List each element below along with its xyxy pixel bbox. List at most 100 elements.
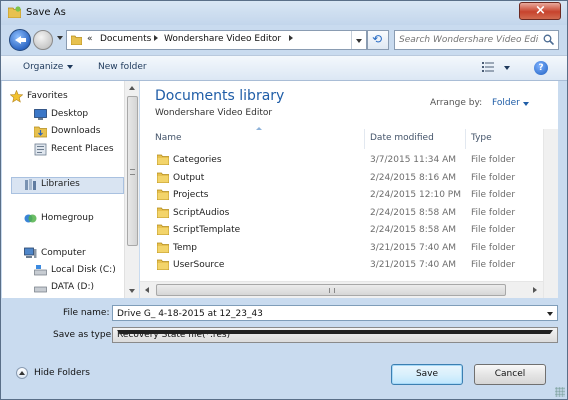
scrollbar-thumb[interactable] (127, 96, 138, 246)
scroll-down-arrow-icon[interactable] (125, 283, 139, 298)
column-header-name[interactable]: Name (155, 133, 182, 153)
address-dropdown-button[interactable] (351, 31, 366, 49)
breadcrumb-separator-icon[interactable] (289, 35, 293, 41)
file-row[interactable]: ScriptAudios 2/24/2015 8:58 AM File folder (140, 205, 543, 222)
save-as-dialog: Save As × « Documents Wondershare Video … (0, 0, 568, 400)
nav-item-label: Libraries (41, 179, 80, 189)
folder-icon (157, 189, 169, 200)
file-name: Temp (173, 242, 197, 253)
chevron-up-icon (16, 367, 28, 379)
chevron-down-icon (117, 330, 553, 334)
arrange-by-dropdown[interactable]: Folder (492, 98, 520, 108)
folder-icon (157, 224, 169, 235)
folder-icon (157, 154, 169, 165)
scrollbar-grip-icon (130, 169, 135, 175)
nav-item-label: Desktop (51, 109, 89, 119)
file-date-modified: 2/24/2015 8:16 AM (370, 172, 457, 183)
change-view-button[interactable] (482, 61, 512, 75)
folder-icon (8, 6, 21, 18)
file-date-modified: 3/7/2015 11:34 AM (370, 155, 457, 165)
chevron-down-icon[interactable] (547, 312, 553, 316)
forward-button[interactable] (33, 30, 53, 50)
file-type: File folder (471, 190, 516, 200)
file-type: File folder (471, 260, 516, 270)
nav-item-label: Downloads (51, 126, 101, 136)
file-list-horizontal-scrollbar[interactable] (140, 281, 543, 298)
drive-icon (34, 286, 47, 293)
search-box[interactable] (394, 30, 559, 50)
breadcrumb-wondershare[interactable]: Wondershare Video Editor (164, 34, 281, 44)
scrollbar-thumb[interactable] (156, 284, 506, 296)
breadcrumb-documents[interactable]: Documents (100, 34, 151, 44)
file-type: File folder (471, 242, 516, 253)
save-type-select[interactable]: Recovery State file(*.res) (112, 327, 558, 343)
back-button[interactable] (9, 29, 31, 51)
command-toolbar: Organize New folder ? (1, 55, 567, 81)
resize-grip-icon[interactable] (555, 387, 565, 397)
close-icon: × (535, 3, 546, 18)
scroll-up-arrow-icon[interactable] (125, 81, 139, 96)
organize-label: Organize (23, 62, 64, 72)
nav-item-label: Homegroup (41, 213, 94, 223)
nav-item-label: Local Disk (C:) (51, 265, 116, 275)
file-row[interactable]: ScriptTemplate 2/24/2015 8:58 AM File fold… (140, 222, 543, 239)
search-input[interactable] (399, 33, 539, 47)
arrange-by-label: Arrange by: (430, 98, 483, 108)
folder-icon (157, 259, 169, 270)
file-type: File folder (471, 207, 516, 218)
chevron-down-icon[interactable] (523, 102, 529, 106)
file-list-vertical-scrollbar[interactable] (543, 129, 558, 298)
title-bar[interactable]: Save As × (1, 1, 567, 25)
new-folder-button[interactable]: New folder (98, 62, 147, 72)
chevron-down-icon (67, 64, 74, 69)
library-title: Documents library (155, 88, 285, 104)
file-date-modified: 2/24/2015 8:58 AM (370, 225, 457, 235)
save-type-label: Save as type: (53, 330, 115, 340)
close-button[interactable]: × (519, 2, 561, 20)
search-icon (543, 34, 554, 45)
help-button[interactable]: ? (534, 61, 548, 75)
scrollbar-grip-icon (329, 288, 335, 293)
recent-pages-dropdown-icon[interactable] (57, 36, 63, 40)
computer-icon (24, 247, 37, 258)
file-name-field[interactable] (112, 305, 558, 321)
folder-icon (157, 207, 169, 218)
cancel-button[interactable]: Cancel (474, 364, 546, 385)
file-row[interactable]: UserSource 3/21/2015 7:40 AM File folder (140, 257, 543, 274)
file-row[interactable]: Output 2/24/2015 8:16 AM File folder (140, 170, 543, 187)
address-bar[interactable]: « Documents Wondershare Video Editor (66, 30, 367, 50)
file-name: Categories (173, 155, 222, 165)
scroll-right-arrow-icon[interactable] (527, 282, 543, 298)
scroll-left-arrow-icon[interactable] (140, 282, 156, 298)
file-row[interactable]: Projects 2/24/2015 12:10 PM File folder (140, 187, 543, 204)
folder-icon (157, 172, 169, 183)
refresh-button[interactable]: ⟲ (367, 30, 389, 50)
recent-places-icon (34, 143, 47, 156)
file-name-input[interactable] (117, 307, 537, 320)
breadcrumb-overflow[interactable]: « (87, 34, 93, 44)
file-name: Output (173, 172, 205, 183)
file-type: File folder (471, 155, 516, 165)
refresh-icon: ⟲ (372, 32, 383, 46)
star-icon (10, 90, 23, 103)
file-row[interactable]: Categories 3/7/2015 11:34 AM File folder (140, 152, 543, 169)
column-header-type[interactable]: Type (471, 133, 492, 153)
file-type: File folder (471, 225, 516, 235)
organize-button[interactable]: Organize (23, 62, 74, 72)
file-row[interactable]: Temp 3/21/2015 7:40 AM File folder (140, 240, 543, 257)
column-divider[interactable] (465, 129, 466, 149)
sort-ascending-icon (256, 127, 262, 130)
file-name: Projects (173, 190, 209, 200)
save-button[interactable]: Save (391, 364, 463, 385)
navigation-bar: « Documents Wondershare Video Editor ⟲ (1, 25, 567, 55)
file-name-label: File name: (63, 308, 110, 318)
file-type: File folder (471, 172, 516, 183)
file-name: ScriptAudios (173, 207, 230, 218)
file-list-pane: Documents library Wondershare Video Edit… (140, 81, 558, 298)
navigation-pane-scrollbar[interactable] (124, 81, 139, 298)
breadcrumb-separator-icon[interactable] (154, 35, 158, 41)
column-header-date[interactable]: Date modified (370, 133, 434, 153)
column-divider[interactable] (364, 129, 365, 149)
navigation-pane: Favorites Desktop Downloads Recent Place… (2, 81, 124, 298)
nav-item-label: Recent Places (51, 144, 114, 154)
